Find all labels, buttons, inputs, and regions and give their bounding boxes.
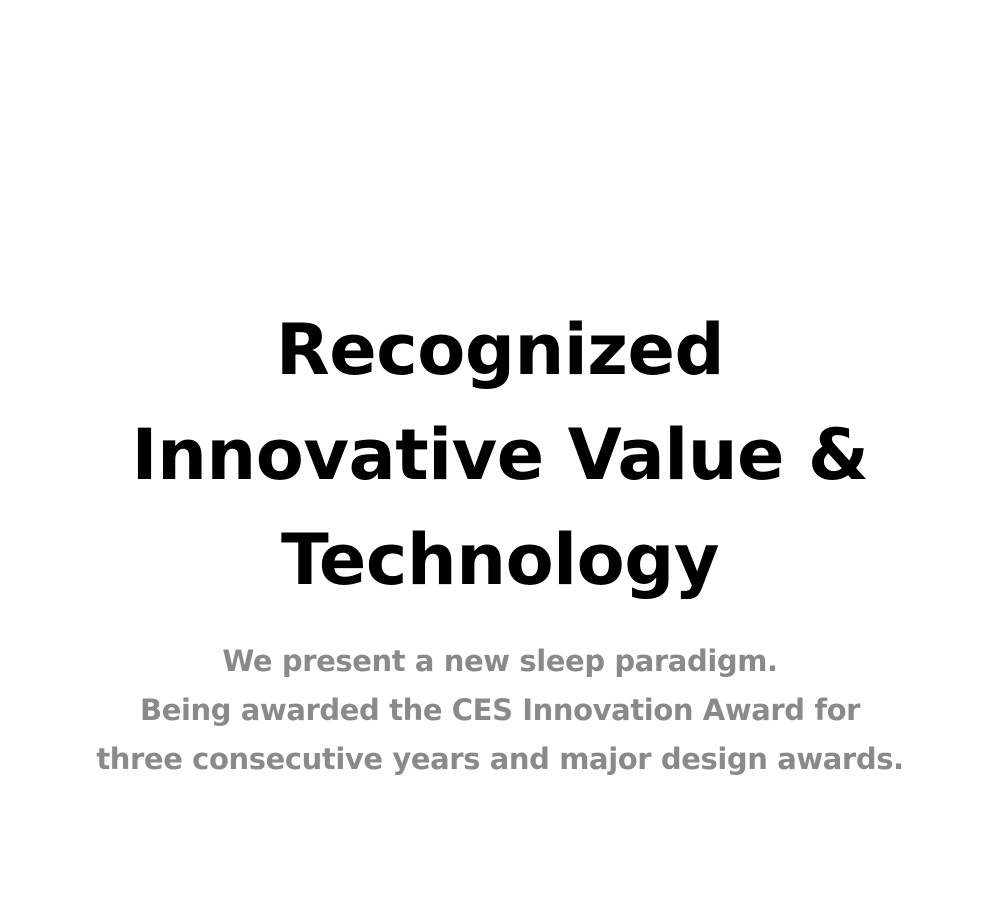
hero-subtitle-line: We present a new sleep paradigm. bbox=[222, 644, 778, 678]
hero-title: Recognized Innovative Value & Technology bbox=[90, 298, 910, 613]
hero-subtitle: We present a new sleep paradigm. Being a… bbox=[50, 637, 950, 784]
hero-title-line: Innovative Value & bbox=[131, 414, 869, 496]
hero-title-line: Recognized bbox=[275, 309, 725, 391]
page: Recognized Innovative Value & Technology… bbox=[0, 0, 1000, 903]
hero-subtitle-line: Being awarded the CES Innovation Award f… bbox=[139, 693, 861, 727]
hero-subtitle-line: three consecutive years and major design… bbox=[96, 742, 904, 776]
hero-title-line: Technology bbox=[280, 519, 720, 601]
hero-section: Recognized Innovative Value & Technology… bbox=[0, 298, 1000, 784]
